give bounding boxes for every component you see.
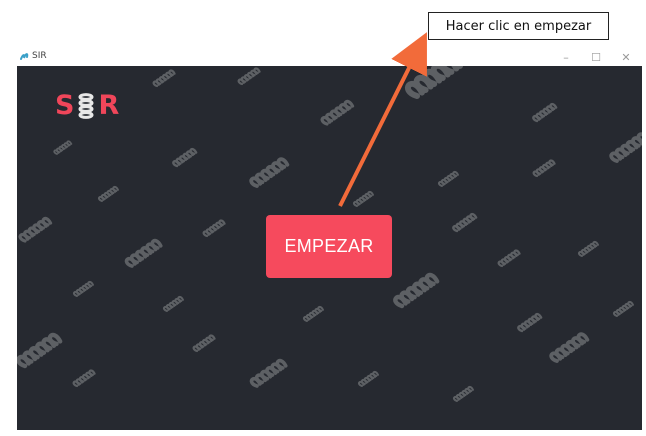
instruction-callout-text: Hacer clic en empezar bbox=[445, 18, 592, 34]
spring-icon bbox=[78, 93, 94, 119]
app-spring-icon bbox=[20, 53, 29, 60]
spring-pattern-icon bbox=[163, 295, 184, 312]
spring-pattern-icon bbox=[17, 332, 63, 369]
spring-pattern-icon bbox=[549, 332, 590, 363]
spring-pattern-icon bbox=[172, 147, 198, 168]
spring-pattern-icon bbox=[320, 99, 355, 126]
spring-pattern-icon bbox=[303, 305, 324, 322]
spring-pattern-icon bbox=[497, 249, 521, 268]
spring-pattern-icon bbox=[249, 358, 288, 388]
spring-pattern-icon bbox=[393, 272, 440, 309]
spring-pattern-icon bbox=[98, 185, 119, 202]
window-title: SIR bbox=[32, 51, 47, 61]
start-button-label: EMPEZAR bbox=[284, 236, 374, 256]
spring-pattern-icon bbox=[453, 385, 474, 402]
main-content: S R EMPEZAR bbox=[17, 66, 642, 430]
spring-pattern-icon bbox=[192, 334, 216, 353]
spring-pattern-icon bbox=[452, 212, 478, 233]
spring-pattern-icon bbox=[73, 280, 94, 297]
spring-pattern-icon bbox=[517, 312, 543, 333]
spring-pattern-icon bbox=[53, 140, 73, 155]
close-button[interactable]: ✕ bbox=[611, 48, 641, 66]
spring-pattern-icon bbox=[72, 369, 96, 388]
spring-pattern-icon bbox=[613, 300, 634, 317]
logo-letter-r: R bbox=[98, 90, 120, 121]
spring-pattern-icon bbox=[438, 170, 459, 187]
spring-pattern-icon bbox=[124, 238, 163, 268]
instruction-callout: Hacer clic en empezar bbox=[428, 12, 609, 40]
logo-letter-s: S bbox=[55, 90, 75, 121]
minimize-button[interactable]: – bbox=[551, 48, 581, 66]
spring-pattern-icon bbox=[237, 67, 261, 86]
spring-pattern-icon bbox=[18, 216, 53, 243]
spring-pattern-icon bbox=[609, 132, 642, 163]
spring-pattern-icon bbox=[532, 102, 558, 123]
spring-pattern-icon bbox=[353, 190, 374, 207]
start-button[interactable]: EMPEZAR bbox=[266, 215, 392, 278]
spring-pattern-icon bbox=[358, 370, 379, 387]
title-bar[interactable]: SIR – ☐ ✕ bbox=[17, 48, 642, 66]
app-window: SIR – ☐ ✕ S R EMPEZAR bbox=[17, 48, 642, 430]
sir-logo: S R bbox=[55, 91, 119, 121]
spring-pattern-icon bbox=[152, 69, 176, 88]
spring-pattern-icon bbox=[532, 159, 556, 178]
maximize-button[interactable]: ☐ bbox=[581, 48, 611, 66]
spring-pattern-icon bbox=[578, 240, 599, 257]
spring-pattern-icon bbox=[202, 219, 226, 238]
spring-pattern-icon bbox=[249, 157, 290, 188]
spring-pattern-icon bbox=[405, 66, 468, 99]
